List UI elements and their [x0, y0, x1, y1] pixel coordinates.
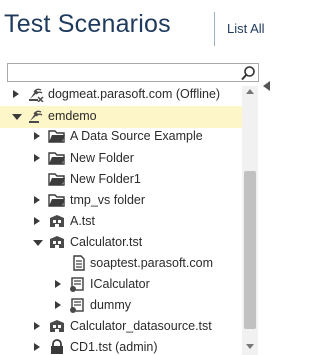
- tree-item-soaptest[interactable]: soaptest.parasoft.com: [0, 253, 242, 275]
- folder-icon: [48, 194, 65, 207]
- tree-item-data-source[interactable]: A Data Source Example: [0, 126, 242, 148]
- expand-icon[interactable]: [55, 301, 61, 309]
- tree-item-label: Calculator.tst: [70, 235, 143, 249]
- tree-scrollbar[interactable]: [242, 86, 258, 355]
- document-icon: [73, 255, 85, 271]
- server-offline-icon: [29, 88, 44, 102]
- search-box: [7, 63, 259, 82]
- tree-item-label: A Data Source Example: [70, 129, 203, 143]
- expand-icon[interactable]: [34, 196, 40, 204]
- header-divider: [214, 12, 215, 46]
- tree-item-label: New Folder1: [70, 172, 141, 186]
- tree-item-new-folder[interactable]: New Folder: [0, 148, 242, 170]
- scroll-up-icon[interactable]: [246, 89, 254, 94]
- tree-item-label: emdemo: [48, 109, 97, 123]
- tree-item-label: Calculator_datasource.tst: [70, 319, 212, 333]
- tree-item-calculator-tst[interactable]: Calculator.tst: [0, 232, 242, 254]
- expand-icon[interactable]: [34, 154, 40, 162]
- collapse-panel-arrow-icon[interactable]: [263, 81, 270, 91]
- scrollbar-thumb[interactable]: [244, 171, 256, 329]
- tree-item-calculator-datasource[interactable]: Calculator_datasource.tst: [0, 316, 242, 338]
- lock-icon: [51, 339, 63, 354]
- test-suite-icon: [50, 320, 64, 332]
- expand-icon[interactable]: [34, 343, 40, 351]
- tree-item-label: A.tst: [70, 214, 96, 228]
- tree-item-dummy[interactable]: dummy: [0, 295, 242, 317]
- tree-item-a-tst[interactable]: A.tst: [0, 211, 242, 233]
- service-icon: [70, 298, 84, 313]
- tree-item-label: ICalculator: [90, 277, 150, 291]
- tree-item-tmp-vs-folder[interactable]: tmp_vs folder: [0, 190, 242, 212]
- collapse-icon[interactable]: [33, 240, 43, 246]
- test-suite-icon: [50, 236, 64, 248]
- tree-item-label: soaptest.parasoft.com: [90, 256, 213, 270]
- panel-title: Test Scenarios: [4, 10, 171, 38]
- server-icon: [29, 110, 43, 123]
- tree-item-icalculator[interactable]: ICalculator: [0, 274, 242, 296]
- scroll-down-icon[interactable]: [246, 344, 254, 349]
- list-all-link[interactable]: List All: [227, 21, 265, 36]
- tree-item-label: dogmeat.parasoft.com (Offline): [48, 87, 221, 101]
- search-icon[interactable]: [240, 65, 256, 81]
- tree-item-label: dummy: [90, 298, 131, 312]
- folder-icon: [48, 173, 65, 186]
- test-suite-icon: [50, 215, 64, 227]
- collapse-icon[interactable]: [12, 114, 22, 120]
- folder-icon: [48, 130, 65, 143]
- folder-icon: [48, 152, 65, 165]
- panel-header: Test Scenarios List All: [0, 0, 272, 56]
- tree-item-cd1[interactable]: CD1.tst (admin): [0, 337, 242, 355]
- service-icon: [70, 277, 84, 292]
- tree-item-label: CD1.tst (admin): [70, 340, 158, 354]
- search-input[interactable]: [8, 64, 238, 81]
- tree-item-emdemo[interactable]: emdemo: [0, 106, 242, 128]
- tree-item-new-folder1[interactable]: New Folder1: [0, 169, 242, 191]
- tree-item-label: New Folder: [70, 151, 134, 165]
- tree-item-dogmeat[interactable]: dogmeat.parasoft.com (Offline): [0, 86, 242, 106]
- expand-icon[interactable]: [13, 90, 19, 98]
- expand-icon[interactable]: [34, 132, 40, 140]
- expand-icon[interactable]: [55, 280, 61, 288]
- tree-item-label: tmp_vs folder: [70, 193, 146, 207]
- expand-icon[interactable]: [34, 217, 40, 225]
- scenario-tree: dogmeat.parasoft.com (Offline) emdemo A …: [0, 86, 258, 355]
- expand-icon[interactable]: [34, 322, 40, 330]
